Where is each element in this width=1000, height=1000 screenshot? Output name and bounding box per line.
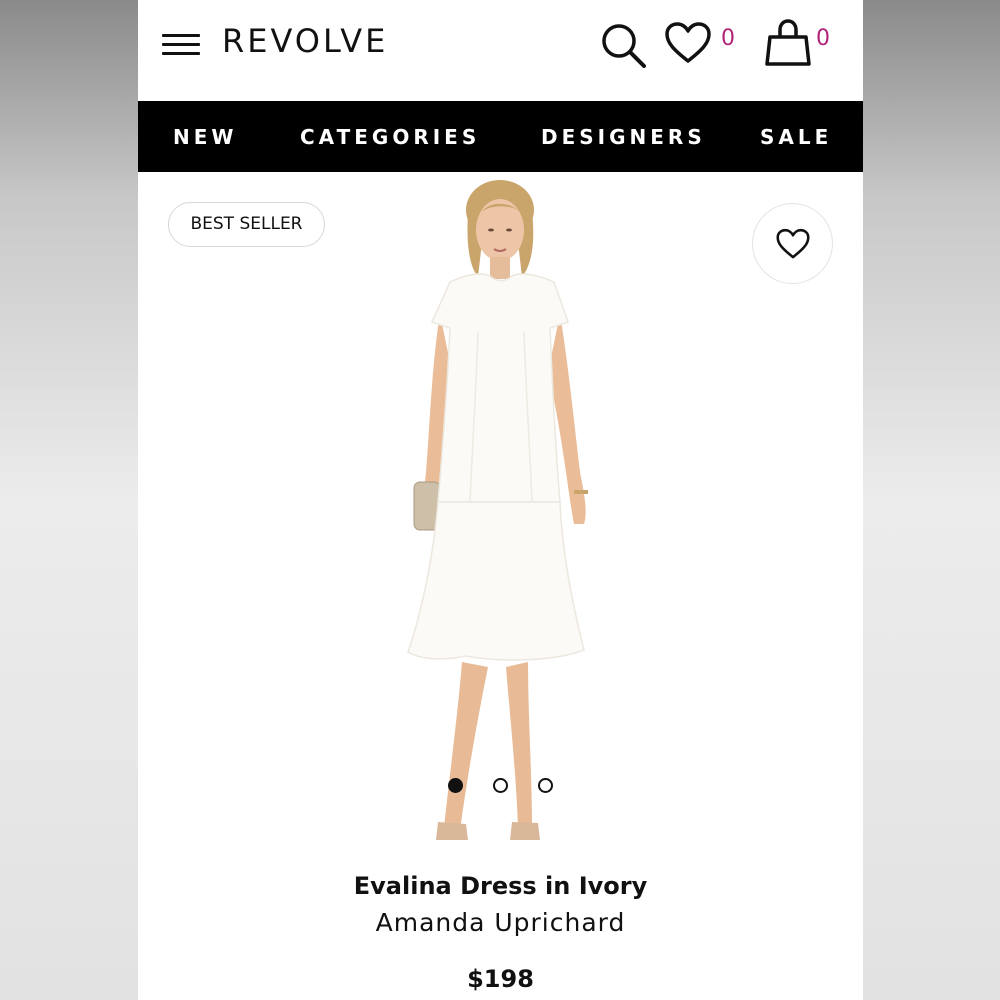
brand-logo[interactable]: REVOLVE: [222, 22, 388, 60]
app-screen: REVOLVE 0 0 NEW CATEGORIES DESIGNERS SAL…: [138, 0, 863, 1000]
search-icon[interactable]: [598, 20, 648, 70]
favorite-button[interactable]: [752, 203, 833, 284]
image-carousel-dots: [448, 778, 558, 794]
wishlist-count: 0: [721, 26, 735, 51]
wishlist-heart-icon[interactable]: [664, 21, 712, 65]
background-frame-left: [0, 0, 138, 1000]
product-image-area[interactable]: BEST SELLER: [138, 172, 863, 872]
background-frame-right: [863, 0, 1000, 1000]
heart-icon: [776, 228, 810, 259]
product-photo: [407, 180, 588, 840]
carousel-dot-2[interactable]: [493, 778, 508, 793]
bag-count: 0: [816, 26, 830, 51]
top-header: REVOLVE 0 0: [138, 0, 863, 101]
carousel-dot-3[interactable]: [538, 778, 553, 793]
category-nav: NEW CATEGORIES DESIGNERS SALE: [138, 101, 863, 172]
nav-item-new[interactable]: NEW: [173, 125, 237, 149]
best-seller-badge: BEST SELLER: [168, 202, 325, 247]
product-designer[interactable]: Amanda Uprichard: [138, 908, 863, 937]
product-price: $198: [467, 965, 534, 993]
hamburger-menu-icon[interactable]: [162, 34, 200, 56]
shopping-bag-icon[interactable]: [764, 18, 812, 68]
carousel-dot-1[interactable]: [448, 778, 463, 793]
nav-item-sale[interactable]: SALE: [760, 125, 832, 149]
product-name[interactable]: Evalina Dress in Ivory: [138, 872, 863, 900]
nav-item-categories[interactable]: CATEGORIES: [300, 125, 480, 149]
nav-item-designers[interactable]: DESIGNERS: [541, 125, 706, 149]
